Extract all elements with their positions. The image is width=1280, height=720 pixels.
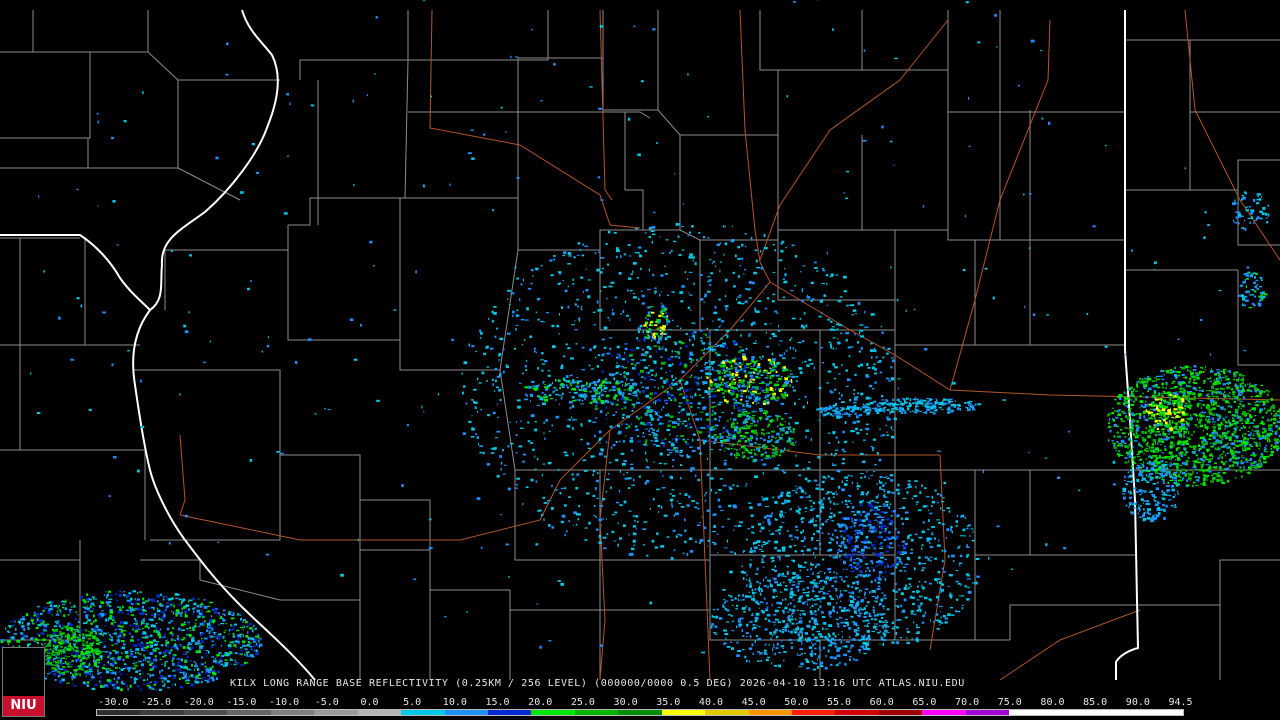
scale-label: 0.0: [360, 697, 379, 708]
scale-label: 15.0: [485, 697, 510, 708]
color-bar-segment: [531, 710, 575, 715]
color-bar-segment: [922, 710, 966, 715]
scale-label: 50.0: [784, 697, 809, 708]
product-title: KILX LONG RANGE BASE REFLECTIVITY (0.25K…: [230, 678, 965, 689]
color-bar-segment: [705, 710, 749, 715]
color-bar-segment: [270, 710, 315, 715]
scale-label: 85.0: [1083, 697, 1108, 708]
scale-label: 55.0: [826, 697, 852, 708]
color-bar-segment: [661, 710, 706, 715]
scale-label: 45.0: [741, 697, 766, 708]
color-bar-segment: [183, 710, 228, 715]
scale-label: -30.0: [98, 697, 129, 708]
scale-label: -15.0: [226, 697, 257, 708]
color-bar-segment: [1009, 710, 1053, 715]
scale-label: 70.0: [955, 697, 980, 708]
color-bar-segment: [1052, 710, 1097, 715]
scale-label: -10.0: [269, 697, 300, 708]
scale-label: 5.0: [403, 697, 422, 708]
scale-label: 20.0: [528, 697, 553, 708]
color-bar-segment: [1139, 710, 1183, 715]
color-bar-segment: [574, 710, 619, 715]
niu-logo: NIU: [2, 647, 45, 717]
color-bar-segment: [748, 710, 792, 715]
scale-label: -25.0: [140, 697, 172, 708]
scale-label: 25.0: [570, 697, 595, 708]
scale-label: -5.0: [314, 697, 339, 708]
scale-label: 40.0: [698, 697, 724, 708]
color-bar-segment: [227, 710, 271, 715]
reflectivity-color-bar: [96, 709, 1184, 716]
color-bar-segment: [401, 710, 445, 715]
scale-label: 30.0: [613, 697, 638, 708]
color-bar-segment: [878, 710, 923, 715]
scale-label: -20.0: [183, 697, 214, 708]
scale-label: 94.5: [1168, 697, 1193, 708]
color-bar-segment: [487, 710, 532, 715]
scale-label: 65.0: [912, 697, 937, 708]
reflectivity-scale-labels: -30.0 -25.0 -20.0 -15.0 -10.0 -5.0 0.0 5.0 10.0 1…: [92, 697, 1202, 709]
color-bar-segment: [792, 710, 836, 715]
color-bar-segment: [314, 710, 358, 715]
color-bar-segment: [1096, 710, 1140, 715]
color-bar-segment: [965, 710, 1010, 715]
scale-label: 90.0: [1125, 697, 1150, 708]
scale-label: 80.0: [1040, 697, 1065, 708]
scale-label: 10.0: [442, 697, 467, 708]
niu-logo-text: NIU: [3, 696, 44, 716]
color-bar-segment: [97, 710, 141, 715]
scale-label: 35.0: [656, 697, 681, 708]
color-bar-segment: [444, 710, 488, 715]
radar-map: [0, 0, 1280, 720]
color-bar-segment: [835, 710, 879, 715]
color-bar-segment: [618, 710, 662, 715]
color-bar-segment: [140, 710, 184, 715]
scale-label: 75.0: [997, 697, 1022, 708]
color-bar-segment: [357, 710, 402, 715]
scale-label: 60.0: [869, 697, 894, 708]
